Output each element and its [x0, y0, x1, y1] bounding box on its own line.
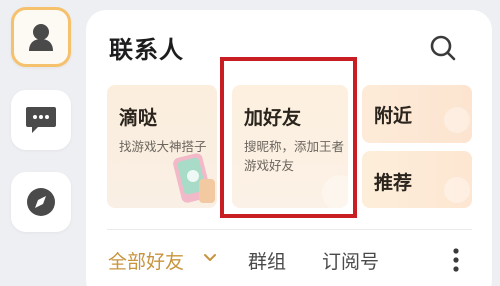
card-recommend-title: 推荐	[374, 172, 413, 194]
card-add-friend-title: 加好友	[244, 107, 302, 129]
card-nearby[interactable]: 附近	[362, 85, 472, 143]
page-title: 联系人	[109, 36, 184, 64]
divider	[107, 229, 472, 230]
tab-all-friends[interactable]: 全部好友	[108, 247, 184, 274]
sidebar-item-messages[interactable]	[11, 90, 71, 150]
search-icon	[430, 35, 456, 61]
search-button[interactable]	[428, 33, 458, 63]
card-didi-title: 滴哒	[119, 107, 158, 129]
sidebar-item-discover[interactable]	[11, 172, 71, 232]
more-vertical-icon[interactable]	[448, 247, 464, 273]
tab-subscriptions[interactable]: 订阅号	[322, 247, 379, 274]
decorative-bubble-icon	[444, 107, 470, 133]
card-nearby-title: 附近	[374, 105, 413, 127]
card-recommend[interactable]: 推荐	[362, 151, 472, 208]
card-add-friend[interactable]: 加好友 搜昵称，添加王者游戏好友	[232, 85, 348, 208]
chat-bubble-icon	[26, 107, 56, 133]
tab-groups[interactable]: 群组	[248, 247, 286, 274]
phone-illustration-icon	[173, 153, 215, 203]
compass-icon	[27, 188, 55, 216]
chevron-down-icon[interactable]	[203, 251, 217, 265]
card-didi[interactable]: 滴哒 找游戏大神搭子	[107, 85, 217, 208]
sidebar-item-contacts[interactable]	[11, 7, 71, 67]
decorative-bubble-icon	[444, 177, 470, 203]
card-add-friend-subtitle: 搜昵称，添加王者游戏好友	[244, 139, 345, 173]
decorative-bubble-icon	[322, 175, 348, 208]
person-icon	[29, 24, 53, 51]
